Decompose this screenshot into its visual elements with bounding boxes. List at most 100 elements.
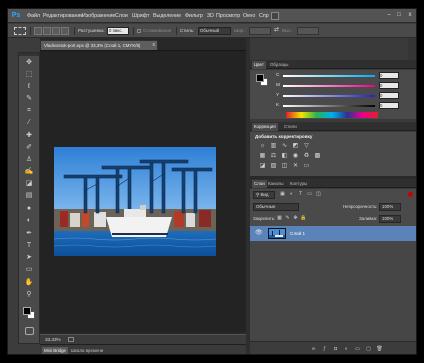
brush-tool-icon[interactable]: ✐	[24, 143, 34, 153]
style-select[interactable]: Обычный	[198, 27, 231, 35]
healing-tool-icon[interactable]: ✚	[24, 131, 34, 141]
cyan-slider[interactable]	[283, 75, 375, 77]
document-tab[interactable]: Vladivostok-port.eps @ 33,3% (Слой 1, CM…	[40, 40, 158, 50]
vibrance-icon[interactable]: ▽	[302, 142, 311, 150]
lasso-tool-icon[interactable]: ℓ	[24, 82, 34, 92]
tab-styles[interactable]: Стили	[282, 123, 299, 131]
bridge-button[interactable]	[271, 12, 279, 20]
filter-smart-icon[interactable]: ◫	[315, 191, 322, 198]
selective-color-icon[interactable]: ✕	[291, 162, 300, 170]
layer-name[interactable]: Слой 1	[290, 230, 305, 237]
quick-select-tool-icon[interactable]: ✎	[24, 94, 34, 104]
magenta-value[interactable]: 0	[379, 82, 399, 89]
tab-adjustments[interactable]: Коррекция	[252, 123, 278, 131]
black-white-icon[interactable]: ◧	[280, 152, 289, 160]
type-tool-icon[interactable]: T	[24, 241, 34, 251]
tab-paths[interactable]: Контуры	[288, 180, 309, 188]
intersect-selection-icon[interactable]	[61, 27, 69, 35]
layer-row[interactable]: 👁 Слой 1	[250, 226, 416, 241]
new-selection-icon[interactable]	[34, 27, 42, 35]
trash-icon[interactable]: 🗑	[376, 346, 383, 353]
menu-file[interactable]: Файл	[27, 12, 40, 20]
subtract-selection-icon[interactable]	[52, 27, 60, 35]
clone-stamp-tool-icon[interactable]: ♙	[24, 155, 34, 165]
adjustment-layer-icon[interactable]: ◐	[343, 346, 350, 353]
menu-help[interactable]: Спр	[259, 12, 269, 20]
lock-position-icon[interactable]: ✥	[292, 215, 299, 222]
group-icon[interactable]: ▭	[354, 346, 361, 353]
filter-type-icon[interactable]: T	[297, 191, 304, 198]
channel-mixer-icon[interactable]: ♻	[302, 152, 311, 160]
magenta-slider[interactable]	[283, 85, 375, 87]
hue-saturation-icon[interactable]: ▦	[258, 152, 267, 160]
close-window-button[interactable]: x	[406, 12, 414, 19]
history-brush-tool-icon[interactable]: ✍	[24, 167, 34, 177]
move-tool-icon[interactable]: ✥	[24, 58, 34, 68]
layer-visibility-icon[interactable]: 👁	[255, 230, 263, 237]
yellow-slider[interactable]	[283, 95, 375, 97]
menu-filter[interactable]: Фильтр	[185, 12, 203, 20]
menu-select[interactable]: Выделение	[153, 12, 181, 20]
hand-tool-icon[interactable]: ✋	[24, 278, 34, 288]
pen-tool-icon[interactable]: ✒	[24, 229, 34, 239]
crop-tool-icon[interactable]: ⌗	[24, 106, 34, 116]
color-lookup-icon[interactable]: ▩	[313, 152, 322, 160]
zoom-tool-icon[interactable]: ⚲	[24, 290, 34, 300]
width-input[interactable]	[249, 27, 271, 35]
zoom-level[interactable]: 33,33%	[45, 336, 61, 343]
gradient-tool-icon[interactable]: ▤	[24, 191, 34, 201]
feather-input[interactable]: 0 пикс.	[107, 27, 129, 35]
lock-pixels-icon[interactable]: ✎	[284, 215, 291, 222]
menu-view[interactable]: Просмотр	[216, 12, 240, 20]
marquee-tool-icon[interactable]: ⬚	[24, 70, 34, 80]
filter-adjust-icon[interactable]: ◐	[288, 191, 295, 198]
layer-filter-select[interactable]: ⚲ Вид	[253, 191, 275, 199]
color-balance-icon[interactable]: ⚖	[269, 152, 278, 160]
lock-all-icon[interactable]: 🔒	[300, 215, 307, 222]
status-arrow-icon[interactable]	[68, 337, 74, 342]
maximize-button[interactable]: □	[395, 12, 403, 19]
menu-type[interactable]: Шрифт	[132, 12, 149, 20]
foreground-color-swatch[interactable]	[23, 307, 31, 315]
fx-icon[interactable]: ƒ	[321, 346, 328, 353]
add-selection-icon[interactable]	[43, 27, 51, 35]
blur-tool-icon[interactable]: ●	[24, 204, 34, 214]
tab-layers[interactable]: Слои	[252, 180, 267, 188]
filter-shape-icon[interactable]: ▭	[306, 191, 313, 198]
color-fg-swatch[interactable]	[256, 74, 264, 82]
marquee-preset-icon[interactable]	[14, 27, 26, 35]
minimize-button[interactable]: –	[385, 12, 393, 19]
lock-transparency-icon[interactable]: ▦	[276, 215, 283, 222]
gradient-map-icon[interactable]: ▭	[302, 162, 311, 170]
menu-3d[interactable]: 3D	[207, 12, 214, 20]
color-spectrum-bar[interactable]	[286, 112, 378, 118]
swap-icon[interactable]: ⇄	[274, 27, 279, 33]
tab-timeline[interactable]: Шкала времени	[69, 347, 105, 354]
shape-tool-icon[interactable]: ▭	[24, 265, 34, 275]
eraser-tool-icon[interactable]: ◪	[24, 179, 34, 189]
tab-swatches[interactable]: Образцы	[268, 61, 290, 69]
threshold-icon[interactable]: ◫	[280, 162, 289, 170]
cyan-value[interactable]: 0	[379, 72, 399, 79]
filter-toggle-icon[interactable]	[408, 192, 413, 197]
brightness-icon[interactable]: ☼	[258, 142, 267, 150]
eyedropper-tool-icon[interactable]: ⁄	[24, 118, 34, 128]
curves-icon[interactable]: ∿	[280, 142, 289, 150]
invert-icon[interactable]: ◪	[258, 162, 267, 170]
dodge-tool-icon[interactable]: ◐	[24, 216, 34, 226]
posterize-icon[interactable]: ▨	[269, 162, 278, 170]
levels-icon[interactable]: ▥	[269, 142, 278, 150]
tab-mini-bridge[interactable]: Mini Bridge	[42, 347, 68, 354]
menu-window[interactable]: Окно	[243, 12, 255, 20]
fill-input[interactable]: 100%	[379, 215, 401, 223]
tab-channels[interactable]: Каналы	[266, 180, 286, 188]
link-icon[interactable]: ∞	[310, 346, 317, 353]
photo-filter-icon[interactable]: ◉	[291, 152, 300, 160]
close-tab-icon[interactable]: x	[153, 42, 156, 49]
antialias-checkbox[interactable]	[137, 29, 141, 33]
canvas[interactable]	[40, 50, 246, 332]
filter-pixel-icon[interactable]: ▣	[279, 191, 286, 198]
black-value[interactable]: 0	[379, 102, 399, 109]
mask-icon[interactable]: ◘	[332, 346, 339, 353]
opacity-input[interactable]: 100%	[379, 203, 401, 211]
